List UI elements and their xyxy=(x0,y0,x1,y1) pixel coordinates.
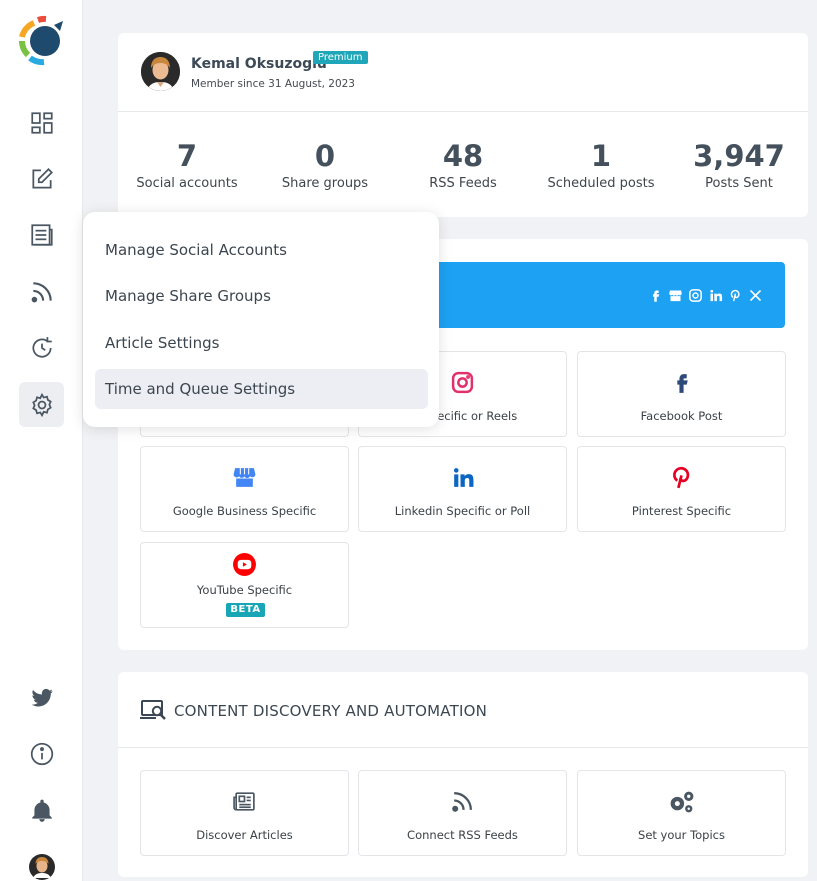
bell-icon xyxy=(31,799,52,822)
stat-share-groups[interactable]: 0 Share groups xyxy=(256,138,394,191)
user-name: Kemal Oksuzoglu xyxy=(191,56,327,72)
stat-label: Posts Sent xyxy=(705,176,773,191)
menu-item-article-settings[interactable]: Article Settings xyxy=(95,323,428,363)
refresh-clock-icon xyxy=(32,336,52,358)
pinterest-icon xyxy=(673,466,690,488)
x-icon xyxy=(749,289,762,302)
sidebar-item-settings[interactable] xyxy=(19,382,64,427)
menu-item-manage-share-groups[interactable]: Manage Share Groups xyxy=(95,276,428,316)
stat-value: 7 xyxy=(176,139,198,173)
linkedin-icon xyxy=(710,289,723,302)
stat-social-accounts[interactable]: 7 Social accounts xyxy=(118,138,256,191)
search-computer-icon xyxy=(140,700,166,720)
settings-menu: Manage Social Accounts Manage Share Grou… xyxy=(83,212,439,427)
facebook-icon xyxy=(653,290,660,302)
stat-posts-sent[interactable]: 3,947 Posts Sent xyxy=(670,138,808,191)
divider xyxy=(118,747,808,748)
tile-label: Set your Topics xyxy=(638,828,725,842)
stat-label: RSS Feeds xyxy=(429,176,497,191)
tile-label: YouTube Specific xyxy=(196,583,293,597)
premium-badge: Premium xyxy=(313,51,368,64)
info-icon xyxy=(30,742,53,765)
divider xyxy=(118,111,808,112)
stat-label: Share groups xyxy=(281,176,369,191)
connect-rss-tile[interactable]: Connect RSS Feeds xyxy=(358,770,567,856)
edit-icon xyxy=(31,167,53,189)
rss-icon xyxy=(452,791,472,812)
stat-value: 1 xyxy=(590,139,612,173)
tile-label: Connect RSS Feeds xyxy=(407,828,518,842)
profile-card: Kemal Oksuzoglu Premium Member since 31 … xyxy=(118,33,808,217)
post-type-youtube[interactable]: YouTube Specific BETA xyxy=(140,542,349,628)
stat-value: 0 xyxy=(314,139,336,173)
menu-item-time-and-queue-settings[interactable]: Time and Queue Settings xyxy=(95,369,428,409)
gears-icon xyxy=(670,791,694,812)
menu-item-manage-social-accounts[interactable]: Manage Social Accounts xyxy=(95,230,428,270)
tile-label: Pinterest Specific xyxy=(631,504,732,518)
tile-label: Discover Articles xyxy=(196,828,293,842)
discover-articles-tile[interactable]: Discover Articles xyxy=(140,770,349,856)
stat-rss-feeds[interactable]: 48 RSS Feeds xyxy=(394,138,532,191)
stat-scheduled-posts[interactable]: 1 Scheduled posts xyxy=(532,138,670,191)
post-type-google-business[interactable]: Google Business Specific xyxy=(140,446,349,532)
google-business-icon xyxy=(233,467,256,487)
linkedin-icon xyxy=(453,467,474,487)
sidebar-item-profile[interactable] xyxy=(19,844,64,881)
avatar[interactable] xyxy=(141,52,180,91)
sidebar-item-info[interactable] xyxy=(19,731,64,776)
app-logo-icon[interactable] xyxy=(16,15,66,67)
section-title: CONTENT DISCOVERY AND AUTOMATION xyxy=(174,702,487,720)
avatar xyxy=(28,853,55,880)
dashboard-icon xyxy=(30,111,53,134)
newspaper-icon xyxy=(233,791,255,811)
sidebar-item-queue[interactable] xyxy=(19,325,64,370)
rss-icon xyxy=(31,281,52,302)
member-since: Member since 31 August, 2023 xyxy=(191,78,355,90)
stat-label: Scheduled posts xyxy=(547,176,655,191)
tile-label: Linkedin Specific or Poll xyxy=(394,504,531,518)
sidebar-item-dashboard[interactable] xyxy=(19,100,64,145)
article-icon xyxy=(30,223,53,246)
instagram-icon xyxy=(689,289,702,302)
sidebar-item-rss[interactable] xyxy=(19,269,64,314)
sidebar-item-articles[interactable] xyxy=(19,212,64,257)
youtube-icon xyxy=(233,552,256,576)
sidebar-item-compose[interactable] xyxy=(19,156,64,201)
stat-value: 48 xyxy=(442,139,484,173)
pinterest-icon xyxy=(730,289,740,302)
sidebar xyxy=(0,0,83,881)
gear-icon xyxy=(31,392,52,417)
google-business-icon xyxy=(669,290,682,302)
set-topics-tile[interactable]: Set your Topics xyxy=(577,770,786,856)
stat-label: Social accounts xyxy=(136,176,238,191)
post-type-facebook[interactable]: Facebook Post xyxy=(577,351,786,437)
instagram-icon xyxy=(451,371,474,393)
facebook-icon xyxy=(677,373,688,393)
tile-label: Facebook Post xyxy=(640,409,723,423)
content-discovery-card: CONTENT DISCOVERY AND AUTOMATION Discove… xyxy=(118,672,808,877)
beta-badge: BETA xyxy=(226,603,265,617)
stat-value: 3,947 xyxy=(693,139,785,173)
post-type-linkedin[interactable]: Linkedin Specific or Poll xyxy=(358,446,567,532)
twitter-icon xyxy=(31,688,53,706)
tile-label: Google Business Specific xyxy=(172,504,317,518)
sidebar-item-twitter[interactable] xyxy=(19,675,64,720)
network-icons xyxy=(648,288,763,303)
post-type-pinterest[interactable]: Pinterest Specific xyxy=(577,446,786,532)
sidebar-item-notifications[interactable] xyxy=(19,788,64,833)
